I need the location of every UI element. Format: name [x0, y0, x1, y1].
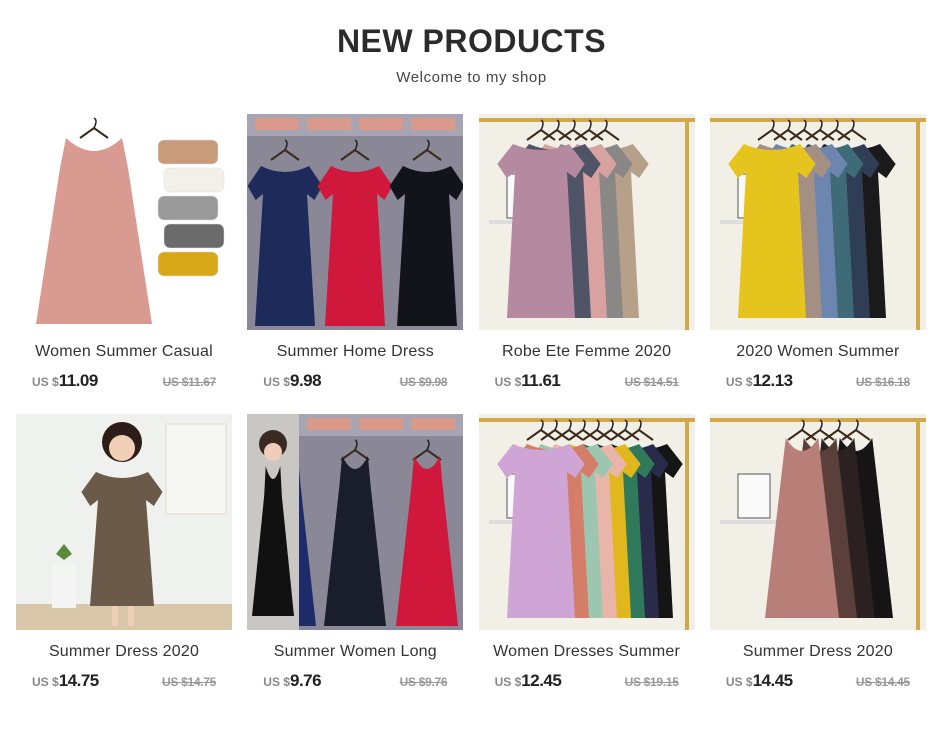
price-row: US $11.61 US $14.51: [479, 371, 695, 391]
current-price: US $12.45: [495, 671, 562, 691]
product-image[interactable]: [247, 114, 464, 330]
product-name[interactable]: Summer Home Dress: [247, 343, 463, 361]
original-price: US $14.75: [161, 675, 216, 689]
currency-label: US $: [494, 375, 522, 389]
original-price: US $14.51: [624, 375, 679, 389]
price-row: US $14.75 US $14.75: [16, 671, 232, 691]
product-image[interactable]: [16, 114, 232, 330]
tank-dresses-rack-photo: [709, 414, 926, 630]
product-card[interactable]: 2020 Women Summer US $12.13 US $16.18: [709, 114, 926, 391]
price-row: US $12.13 US $16.18: [710, 371, 926, 391]
yellow-tshirt-dresses-rack-photo: [709, 114, 926, 330]
price-row: US $12.45 US $19.15: [479, 671, 695, 691]
price-row: US $14.45 US $14.45: [710, 671, 926, 691]
product-name[interactable]: Women Dresses Summer: [479, 643, 695, 661]
product-image[interactable]: [247, 414, 464, 630]
original-price: US $19.15: [624, 675, 679, 689]
product-card[interactable]: Summer Dress 2020 US $14.75 US $14.75: [16, 414, 232, 691]
product-card[interactable]: Women Summer Casual US $11.09 US $11.67: [16, 114, 232, 391]
section-header: NEW PRODUCTS Welcome to my shop: [0, 0, 943, 86]
product-name[interactable]: Summer Dress 2020: [16, 643, 232, 661]
current-price: US $12.13: [726, 371, 793, 391]
product-grid: Women Summer Casual US $11.09 US $11.67 …: [16, 114, 928, 691]
sleeveless-long-dresses-photo: [247, 414, 464, 630]
product-card[interactable]: Summer Home Dress US $9.98 US $9.98: [247, 114, 464, 391]
original-price: US $9.76: [399, 675, 448, 689]
product-image[interactable]: [478, 414, 695, 630]
product-card[interactable]: Summer Dress 2020 US $14.45 US $14.45: [709, 414, 926, 691]
price-amount: 12.13: [752, 371, 794, 390]
current-price: US $9.76: [263, 671, 321, 691]
original-price: US $16.18: [855, 375, 910, 389]
page-subtitle: Welcome to my shop: [396, 69, 547, 86]
raglan-dresses-rack-photo: [478, 114, 695, 330]
product-card[interactable]: Summer Women Long US $9.76 US $9.76: [247, 414, 464, 691]
current-price: US $11.09: [32, 371, 98, 391]
currency-label: US $: [725, 675, 753, 689]
price-row: US $11.09 US $11.67: [16, 371, 232, 391]
original-price: US $9.98: [399, 375, 448, 389]
product-image[interactable]: [709, 114, 926, 330]
currency-label: US $: [32, 375, 59, 389]
currency-label: US $: [494, 675, 522, 689]
product-name[interactable]: Summer Dress 2020: [710, 643, 926, 661]
product-image[interactable]: [16, 414, 232, 630]
original-price: US $11.67: [162, 375, 217, 389]
price-amount: 14.75: [58, 671, 100, 690]
original-price: US $14.45: [855, 675, 910, 689]
product-image[interactable]: [709, 414, 926, 630]
price-row: US $9.76 US $9.76: [247, 671, 463, 691]
current-price: US $11.61: [495, 371, 561, 391]
product-image[interactable]: [478, 114, 695, 330]
lilac-dresses-rack-photo: [478, 414, 695, 630]
currency-label: US $: [32, 675, 59, 689]
price-amount: 11.09: [58, 371, 99, 390]
model-brown-dress-photo: [16, 414, 232, 630]
pink-sleeveless-dress-photo: [16, 114, 232, 330]
price-amount: 12.45: [521, 671, 562, 690]
current-price: US $9.98: [263, 371, 321, 391]
product-card[interactable]: Women Dresses Summer US $12.45 US $19.15: [478, 414, 695, 691]
page-title: NEW PRODUCTS: [336, 23, 607, 59]
price-amount: 9.98: [289, 371, 322, 390]
currency-label: US $: [263, 375, 290, 389]
current-price: US $14.75: [32, 671, 99, 691]
price-amount: 14.45: [752, 671, 794, 690]
product-card[interactable]: Robe Ete Femme 2020 US $11.61 US $14.51: [478, 114, 695, 391]
product-name[interactable]: Summer Women Long: [247, 643, 463, 661]
product-name[interactable]: Women Summer Casual: [16, 343, 232, 361]
price-amount: 9.76: [289, 671, 322, 690]
currency-label: US $: [263, 675, 290, 689]
price-row: US $9.98 US $9.98: [247, 371, 463, 391]
currency-label: US $: [725, 375, 753, 389]
price-amount: 11.61: [521, 371, 561, 390]
product-name[interactable]: Robe Ete Femme 2020: [479, 343, 695, 361]
product-name[interactable]: 2020 Women Summer: [710, 343, 926, 361]
three-dresses-on-hangers-photo: [247, 114, 464, 330]
current-price: US $14.45: [726, 671, 793, 691]
